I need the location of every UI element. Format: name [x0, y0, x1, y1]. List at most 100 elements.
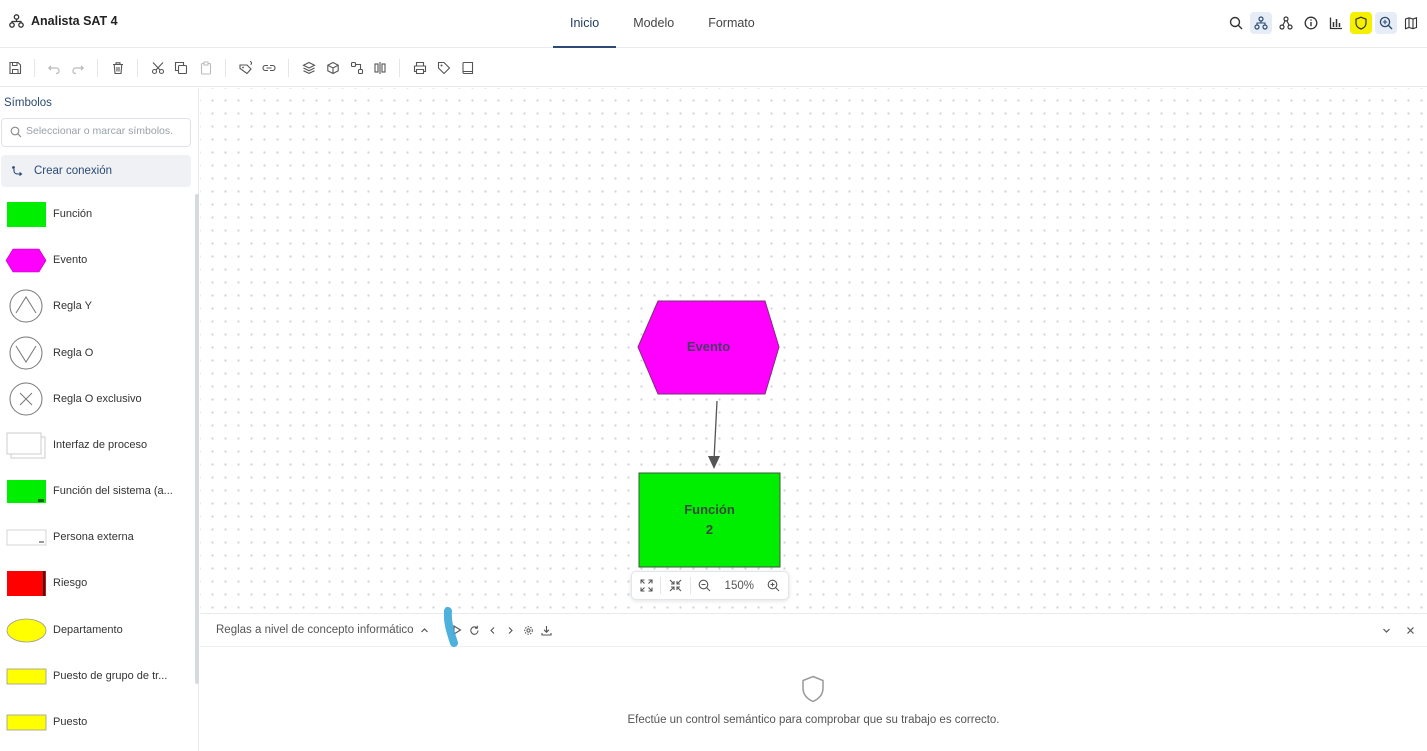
- shield-empty-state-icon: [801, 675, 825, 703]
- main-tabs: Inicio Modelo Formato: [553, 0, 772, 48]
- info-icon[interactable]: [1300, 12, 1322, 34]
- symbol-label: Función del sistema (a...: [53, 485, 173, 497]
- zoom-in-icon[interactable]: [760, 572, 788, 599]
- cut-icon[interactable]: [149, 59, 167, 77]
- close-icon[interactable]: [1403, 623, 1417, 637]
- layers-icon[interactable]: [300, 59, 318, 77]
- save-icon[interactable]: [6, 59, 24, 77]
- symbol-item-puesto[interactable]: Puesto: [0, 702, 190, 742]
- copy-icon[interactable]: [172, 59, 190, 77]
- symbol-item-riesgo[interactable]: Riesgo: [0, 563, 190, 603]
- connector-icon[interactable]: [348, 59, 366, 77]
- tab-inicio[interactable]: Inicio: [553, 0, 617, 48]
- symbol-label: Regla O exclusivo: [53, 393, 142, 405]
- delete-icon[interactable]: [109, 59, 127, 77]
- system-function-symbol-icon: [0, 471, 53, 511]
- format-painter-icon[interactable]: [237, 59, 255, 77]
- top-bar: Analista SAT 4 Inicio Modelo Formato: [0, 0, 1427, 48]
- symbol-label: Evento: [53, 254, 88, 266]
- hierarchy-icon[interactable]: [1275, 12, 1297, 34]
- model-tree-icon[interactable]: [1250, 12, 1272, 34]
- tag-icon[interactable]: [435, 59, 453, 77]
- rule-or-symbol-icon: [0, 333, 53, 373]
- symbol-label: Puesto de grupo de tr...: [53, 670, 168, 682]
- zoom-search-icon[interactable]: [1375, 12, 1397, 34]
- chevron-up-icon: [420, 626, 429, 635]
- event-shape-label[interactable]: Evento: [638, 339, 779, 354]
- toolbar-divider: [288, 59, 289, 77]
- zoom-controls: 150%: [631, 571, 789, 600]
- paste-icon[interactable]: [197, 59, 215, 77]
- symbol-item-regla-y[interactable]: Regla Y: [0, 286, 190, 326]
- chevron-right-icon[interactable]: [504, 623, 517, 637]
- function-shape-label[interactable]: Función 2: [639, 500, 780, 540]
- redo-icon[interactable]: [69, 59, 87, 77]
- sidebar-scrollbar[interactable]: [195, 194, 199, 684]
- create-connection-button[interactable]: Crear conexión: [1, 155, 191, 187]
- model-canvas[interactable]: Evento Función 2: [200, 88, 1427, 613]
- function-symbol-icon: [0, 194, 53, 234]
- symbol-item-evento[interactable]: Evento: [0, 240, 190, 280]
- refresh-icon[interactable]: [468, 623, 481, 637]
- chevron-left-icon[interactable]: [486, 623, 499, 637]
- rules-panel-title: Reglas a nivel de concepto informático: [216, 624, 414, 636]
- sidebar-title: Símbolos: [4, 97, 52, 109]
- symbol-item-departamento[interactable]: Departamento: [0, 610, 190, 650]
- symbol-item-funcion-del-sistema[interactable]: Función del sistema (a...: [0, 471, 190, 511]
- zoom-level[interactable]: 150%: [719, 580, 760, 592]
- symbol-label: Regla O: [53, 347, 94, 359]
- app-title-text: Analista SAT 4: [31, 14, 118, 28]
- toolbar: [0, 49, 1427, 87]
- collapse-view-icon[interactable]: [661, 572, 689, 599]
- toolbar-divider: [399, 59, 400, 77]
- symbol-item-interfaz-de-proceso[interactable]: Interfaz de proceso: [0, 425, 190, 465]
- align-icon[interactable]: [371, 59, 389, 77]
- event-symbol-icon: [0, 240, 53, 280]
- toolbar-divider: [97, 59, 98, 77]
- symbol-label: Riesgo: [53, 577, 88, 589]
- risk-symbol-icon: [0, 563, 53, 603]
- top-icon-bar: [1225, 12, 1422, 34]
- app-title: Analista SAT 4: [9, 14, 118, 28]
- group-position-symbol-icon: [0, 656, 53, 696]
- symbol-label: Puesto: [53, 716, 88, 728]
- symbol-item-regla-o-exclusivo[interactable]: Regla O exclusivo: [0, 379, 190, 419]
- toolbar-divider: [137, 59, 138, 77]
- symbol-item-persona-externa[interactable]: Persona externa: [0, 517, 190, 557]
- print-icon[interactable]: [411, 59, 429, 77]
- link-icon[interactable]: [260, 59, 278, 77]
- zoom-out-icon[interactable]: [691, 572, 719, 599]
- symbol-search-input[interactable]: [26, 125, 186, 137]
- cube-icon[interactable]: [324, 59, 342, 77]
- symbol-item-regla-o[interactable]: Regla O: [0, 333, 190, 373]
- hierarchy-logo-icon: [9, 14, 24, 28]
- chevron-down-icon[interactable]: [1379, 623, 1393, 637]
- rule-and-symbol-icon: [0, 286, 53, 326]
- tab-modelo[interactable]: Modelo: [616, 0, 691, 48]
- search-icon[interactable]: [1225, 12, 1247, 34]
- shield-icon[interactable]: [1350, 12, 1372, 34]
- symbol-item-funcion[interactable]: Función: [0, 194, 190, 234]
- undo-icon[interactable]: [45, 59, 63, 77]
- rules-tools: [450, 623, 553, 637]
- map-icon[interactable]: [1400, 12, 1422, 34]
- download-icon[interactable]: [540, 623, 553, 637]
- rules-selector[interactable]: Reglas a nivel de concepto informático: [216, 624, 429, 636]
- chart-icon[interactable]: [1325, 12, 1347, 34]
- rules-panel-header: Reglas a nivel de concepto informático: [200, 614, 1427, 647]
- symbol-label: Departamento: [53, 624, 123, 636]
- book-icon[interactable]: [459, 59, 477, 77]
- toolbar-divider: [225, 59, 226, 77]
- fit-to-screen-icon[interactable]: [632, 572, 660, 599]
- department-symbol-icon: [0, 610, 53, 650]
- symbol-label: Persona externa: [53, 531, 134, 543]
- settings-icon[interactable]: [522, 623, 535, 637]
- tab-formato[interactable]: Formato: [691, 0, 772, 48]
- function-label-line2: 2: [705, 522, 714, 537]
- toolbar-divider: [34, 59, 35, 77]
- create-connection-label: Crear conexión: [34, 165, 112, 177]
- position-symbol-icon: [0, 702, 53, 742]
- symbol-label: Función: [53, 208, 93, 220]
- symbol-label: Regla Y: [53, 300, 92, 312]
- symbol-item-puesto-de-grupo[interactable]: Puesto de grupo de tr...: [0, 656, 190, 696]
